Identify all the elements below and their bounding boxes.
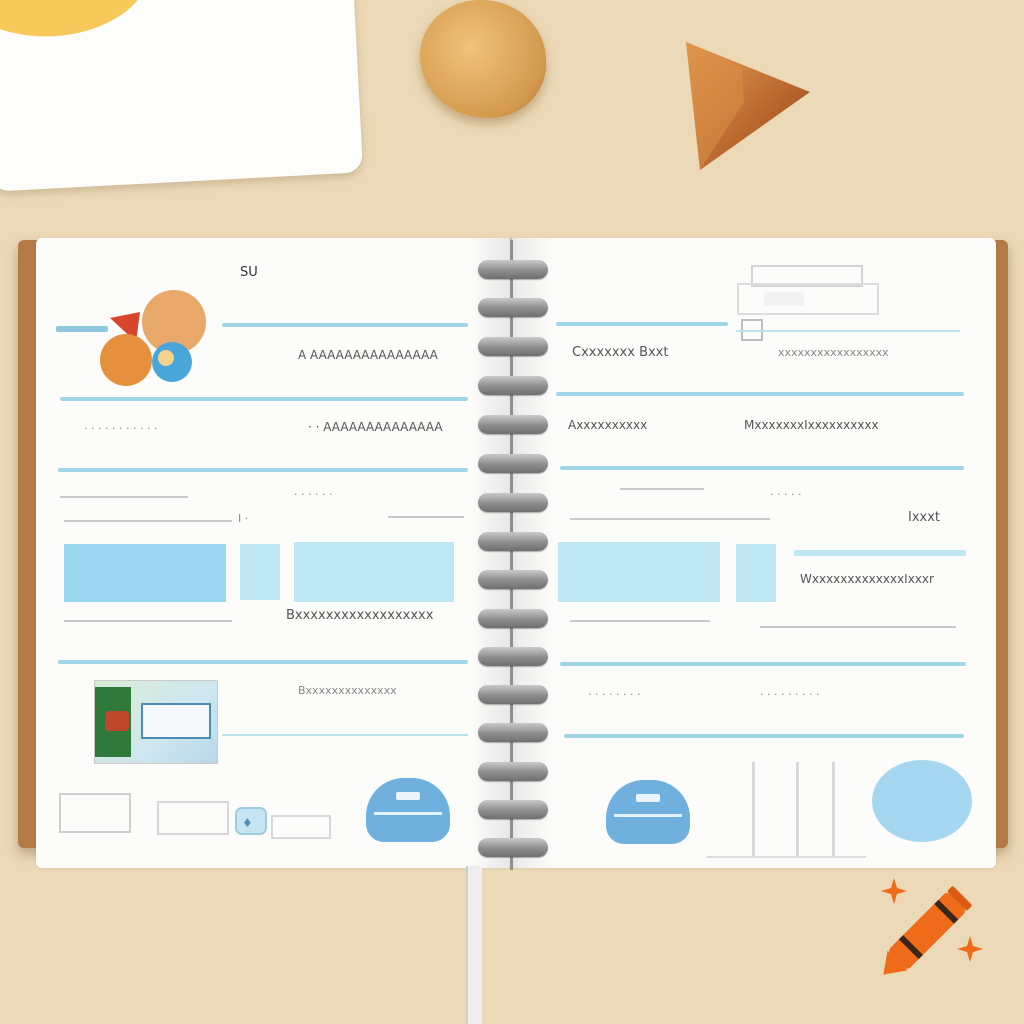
bookmark-ribbon	[466, 866, 482, 1024]
crayon-icon	[881, 878, 983, 975]
desk-scene: SU A AAAAAAAAAAAAAAA · · · · · · · · · ·…	[0, 0, 1024, 1024]
